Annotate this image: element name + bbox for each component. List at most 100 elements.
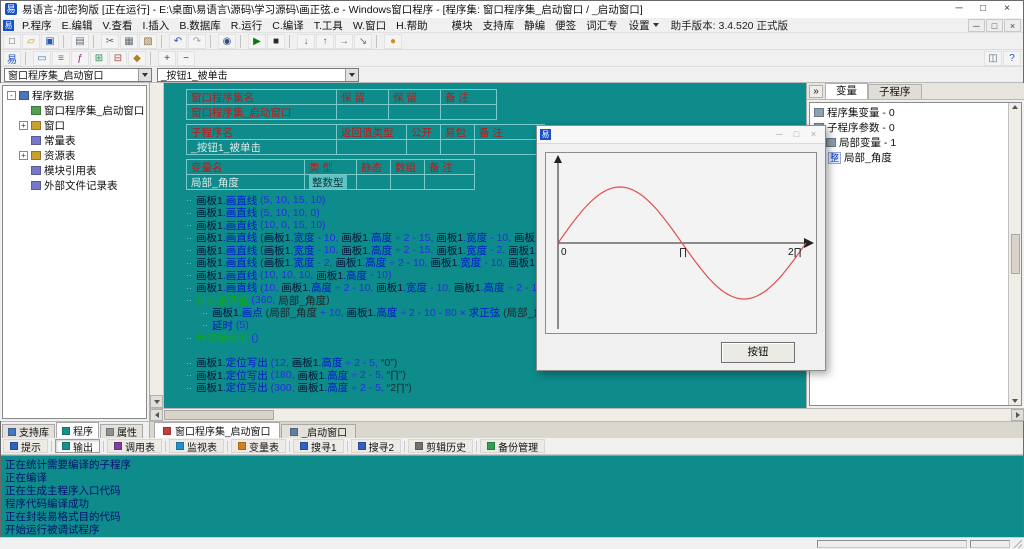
- insert-table-row-button[interactable]: ⊞: [90, 51, 108, 66]
- menu-item[interactable]: 支持库: [478, 18, 520, 33]
- table-cell[interactable]: [391, 175, 425, 190]
- tree-item[interactable]: +窗口: [3, 118, 146, 133]
- combo-dropdown-icon[interactable]: [345, 69, 358, 81]
- table-cell[interactable]: [389, 105, 441, 120]
- panel-scrollbar[interactable]: [1008, 103, 1021, 405]
- scrollbar-thumb[interactable]: [1011, 234, 1020, 274]
- save-button[interactable]: ▣: [41, 34, 59, 49]
- tree-expander-icon[interactable]: -: [7, 91, 16, 100]
- assembly-combobox[interactable]: 窗口程序集_启动窗口: [4, 68, 152, 82]
- dialog-maximize-button[interactable]: □: [788, 128, 805, 142]
- tree-item[interactable]: 外部文件记录表: [3, 178, 146, 193]
- variable-tree-item[interactable]: 子程序参数 - 0: [812, 120, 1006, 135]
- dialog-button[interactable]: 按钮: [721, 342, 795, 363]
- print-button[interactable]: ▤: [71, 34, 89, 49]
- panel-tab[interactable]: 变量: [825, 83, 868, 99]
- settings-menu[interactable]: 设置: [623, 18, 665, 33]
- panel-tab[interactable]: 提示: [3, 439, 48, 453]
- left-panel-tab[interactable]: 程序: [56, 422, 99, 438]
- menu-item[interactable]: 静编: [519, 18, 550, 33]
- table-cell[interactable]: [407, 140, 441, 155]
- document-tab[interactable]: _启动窗口: [281, 424, 357, 438]
- stop-button[interactable]: ■: [267, 34, 285, 49]
- insert-subroutine-button[interactable]: ƒ: [71, 51, 89, 66]
- menu-item[interactable]: H.帮助: [391, 18, 433, 33]
- collapse-panel-button[interactable]: »: [809, 85, 823, 98]
- resize-grip-icon[interactable]: [1013, 539, 1022, 548]
- help-button[interactable]: ?: [1003, 51, 1021, 66]
- table-cell[interactable]: [441, 140, 475, 155]
- menu-item[interactable]: 词汇专: [581, 18, 623, 33]
- menu-item[interactable]: 模块: [447, 18, 478, 33]
- code-horizontal-scrollbar[interactable]: [150, 408, 1024, 421]
- table-cell[interactable]: [475, 140, 545, 155]
- bee-button[interactable]: ●: [384, 34, 402, 49]
- table-cell[interactable]: _按钮1_被单击: [187, 140, 337, 155]
- menu-item[interactable]: V.查看: [98, 18, 138, 33]
- paste-button[interactable]: ▧: [139, 34, 157, 49]
- window-layout-button[interactable]: ◫: [984, 51, 1002, 66]
- document-tab[interactable]: 窗口程序集_启动窗口: [154, 422, 280, 438]
- close-button[interactable]: ×: [995, 1, 1019, 17]
- maximize-button[interactable]: □: [971, 1, 995, 17]
- running-program-window[interactable]: 易 ─ □ × 0 ∏ 2∏: [536, 125, 826, 371]
- expand-all-button[interactable]: +: [158, 51, 176, 66]
- mdi-restore-button[interactable]: □: [986, 19, 1003, 32]
- menu-item[interactable]: I.插入: [137, 18, 174, 33]
- tree-expander-icon[interactable]: +: [19, 151, 28, 160]
- menu-item[interactable]: C.编译: [267, 18, 309, 33]
- copy-button[interactable]: ▦: [120, 34, 138, 49]
- table-cell[interactable]: 窗口程序集_启动窗口: [187, 105, 337, 120]
- mdi-close-button[interactable]: ×: [1004, 19, 1021, 32]
- variable-tree-item[interactable]: -局部变量 - 1: [812, 135, 1006, 150]
- menu-item[interactable]: B.数据库: [174, 18, 225, 33]
- menu-item[interactable]: E.编辑: [57, 18, 98, 33]
- new-button[interactable]: □: [3, 34, 21, 49]
- scroll-right-button[interactable]: [1011, 409, 1024, 421]
- bookmark-button[interactable]: ◆: [128, 51, 146, 66]
- undo-button[interactable]: ↶: [169, 34, 187, 49]
- scroll-left-button[interactable]: [150, 409, 163, 421]
- panel-tab[interactable]: 搜寻1: [293, 439, 344, 453]
- menu-item[interactable]: P.程序: [17, 18, 57, 33]
- tree-item[interactable]: 常量表: [3, 133, 146, 148]
- run-button[interactable]: ▶: [248, 34, 266, 49]
- menu-item[interactable]: R.运行: [226, 18, 268, 33]
- form-designer-button[interactable]: ▭: [33, 51, 51, 66]
- combo-dropdown-icon[interactable]: [138, 69, 151, 81]
- scrollbar-thumb[interactable]: [164, 410, 274, 420]
- left-panel-tab[interactable]: 支持库: [2, 424, 55, 438]
- tree-item[interactable]: 模块引用表: [3, 163, 146, 178]
- table-cell[interactable]: [441, 105, 497, 120]
- dialog-close-button[interactable]: ×: [805, 128, 822, 142]
- tree-expander-icon[interactable]: +: [19, 121, 28, 130]
- scroll-down-button[interactable]: [150, 395, 163, 408]
- panel-tab[interactable]: 搜寻2: [351, 439, 402, 453]
- table-cell[interactable]: [357, 175, 391, 190]
- code-vertical-scrollbar[interactable]: [150, 83, 164, 408]
- step-out-button[interactable]: ↑: [316, 34, 334, 49]
- dialog-minimize-button[interactable]: ─: [771, 128, 788, 142]
- menu-item[interactable]: T.工具: [309, 18, 348, 33]
- menu-item[interactable]: 便签: [550, 18, 581, 33]
- event-combobox[interactable]: _按钮1_被单击: [157, 68, 359, 82]
- cut-button[interactable]: ✂: [101, 34, 119, 49]
- panel-tab[interactable]: 变量表: [231, 439, 286, 453]
- mdi-minimize-button[interactable]: ─: [968, 19, 985, 32]
- find-button[interactable]: ◉: [218, 34, 236, 49]
- panel-tab[interactable]: 备份管理: [480, 439, 545, 453]
- variable-tree-item[interactable]: 整局部_角度: [812, 150, 1006, 165]
- panel-tab[interactable]: 子程序: [868, 84, 922, 99]
- table-cell[interactable]: [425, 175, 475, 190]
- table-cell[interactable]: [337, 140, 407, 155]
- variable-tree-item[interactable]: 程序集变量 - 0: [812, 105, 1006, 120]
- redo-button[interactable]: ↷: [188, 34, 206, 49]
- table-cell[interactable]: [337, 105, 389, 120]
- step-into-button[interactable]: ↓: [297, 34, 315, 49]
- code-view-button[interactable]: ≡: [52, 51, 70, 66]
- open-button[interactable]: ▱: [22, 34, 40, 49]
- e-logo-button[interactable]: 易: [3, 51, 21, 66]
- panel-tab[interactable]: 剪辑历史: [408, 439, 473, 453]
- left-panel-tab[interactable]: 属性: [100, 424, 143, 438]
- dialog-title-bar[interactable]: 易 ─ □ ×: [537, 126, 825, 144]
